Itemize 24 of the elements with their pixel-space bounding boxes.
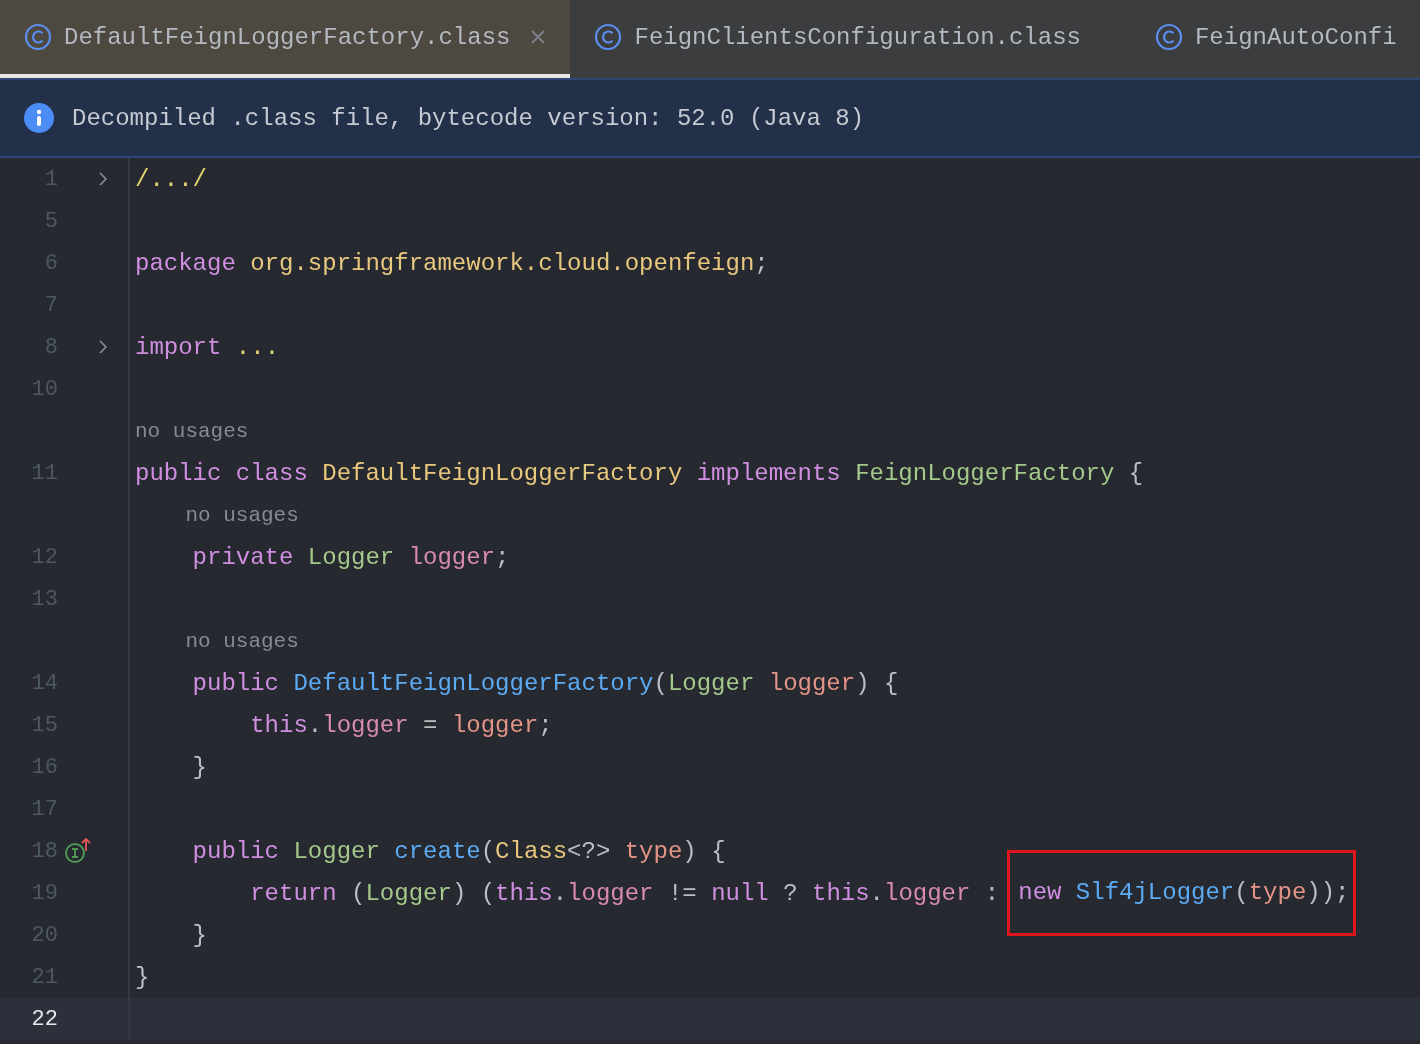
- code-line: /.../: [135, 164, 207, 195]
- code-line: public class DefaultFeignLoggerFactory implements FeignLoggerFactory {: [135, 458, 1144, 489]
- class-icon: [594, 23, 623, 51]
- class-icon: [24, 23, 52, 51]
- code-line: package org.springframework.cloud.openfeign;: [135, 248, 769, 279]
- usage-hint: no usages: [185, 503, 299, 527]
- file-tab[interactable]: FeignAutoConfi: [1130, 0, 1420, 78]
- usage-hint: no usages: [185, 629, 299, 653]
- highlight-box: new Slf4jLogger(type));: [1007, 850, 1356, 936]
- code-line: }: [135, 962, 150, 993]
- usage-hint: no usages: [135, 419, 249, 443]
- info-icon: [24, 103, 54, 133]
- code-line: }: [191, 920, 207, 951]
- code-line: public Logger create(Class<?> type) {: [191, 836, 726, 867]
- code-line: private Logger logger;: [191, 542, 510, 573]
- file-tab[interactable]: DefaultFeignLoggerFactory.class: [0, 0, 571, 78]
- code-line: import ...: [135, 332, 280, 363]
- code-line: }: [191, 752, 207, 783]
- code-line: this.logger = logger;: [249, 710, 553, 741]
- line-number: 22: [30, 1006, 58, 1032]
- class-icon: [1154, 23, 1183, 51]
- code-line: public DefaultFeignLoggerFactory(Logger logger) {: [191, 668, 899, 699]
- file-tab[interactable]: FeignClientsConfiguration.class: [570, 0, 1131, 78]
- banner-text: Decompiled .class file, bytecode version: 52.0 (Java 8): [72, 104, 865, 132]
